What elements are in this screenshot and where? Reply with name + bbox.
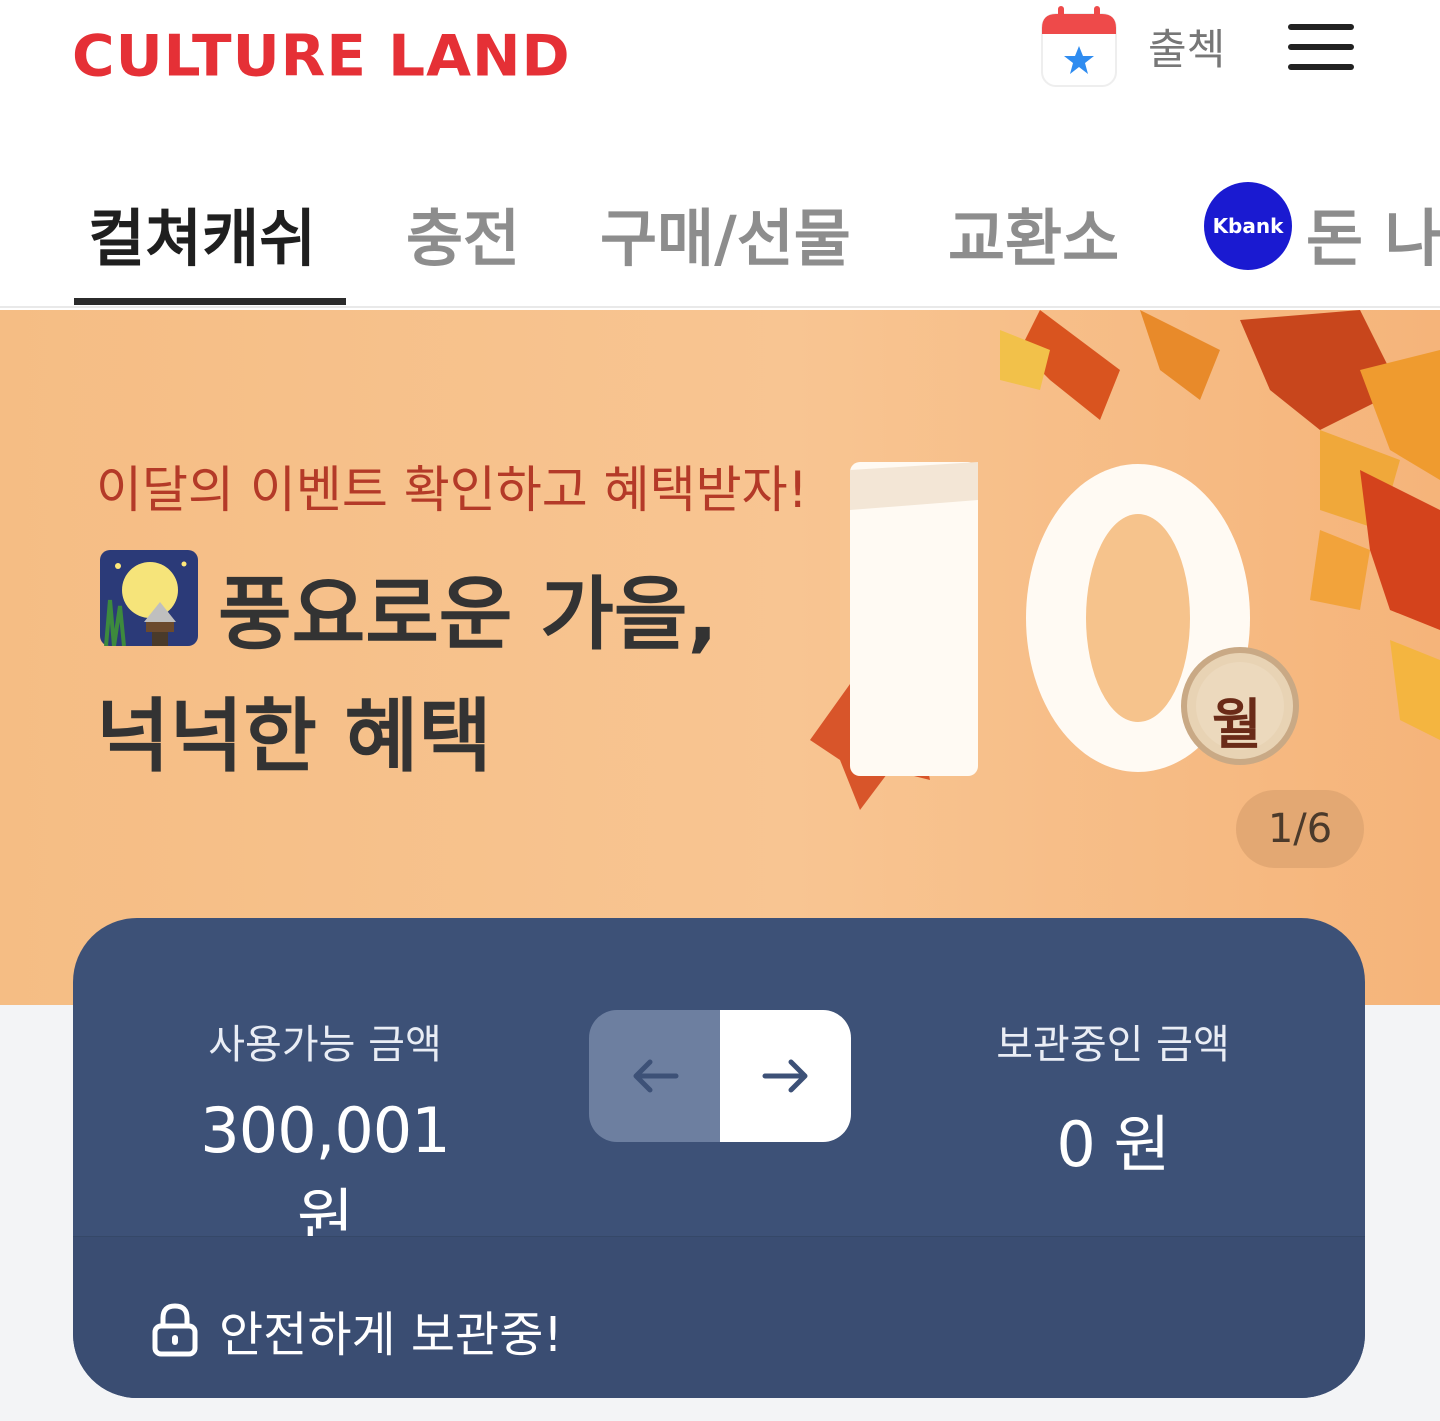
lock-icon [152, 1303, 198, 1357]
move-left-button[interactable] [589, 1010, 720, 1142]
tab-exchange[interactable]: 교환소 [948, 188, 1119, 278]
arrow-left-icon [633, 1059, 678, 1093]
main-tabs: 컬쳐캐쉬 충전 구매/선물 교환소 Kbank 돈 나 [0, 140, 1440, 308]
banner-subtitle: 이달의 이벤트 확인하고 혜택받자! [96, 461, 808, 519]
cash-wallet-card: 사용가능 금액 300,001 원 보관중인 금액 0 원 안전하게 보관중! [73, 918, 1365, 1398]
hamburger-menu-icon[interactable] [1288, 24, 1354, 70]
safe-storage-label: 안전하게 보관중! [219, 1307, 563, 1363]
banner-pager: 1/6 [1236, 790, 1364, 868]
tab-culture-cash[interactable]: 컬쳐캐쉬 [88, 188, 316, 278]
month-unit-label: 월 [1212, 693, 1262, 756]
app-header: CULTURE LAND 출첵 [0, 0, 1440, 140]
tab-charge[interactable]: 충전 [406, 188, 520, 278]
available-amount-value: 300,001 원 [200, 1094, 450, 1254]
tab-purchase-gift[interactable]: 구매/선물 [600, 188, 851, 278]
full-moon-emoji-icon [100, 550, 198, 646]
available-amount-label: 사용가능 금액 [208, 1022, 442, 1068]
arrow-right-icon [762, 1059, 807, 1093]
attendance-label[interactable]: 출첵 [1148, 16, 1225, 77]
banner-title-line1: 풍요로운 가을, [218, 568, 718, 661]
tab-kbank-money[interactable]: 돈 나 [1306, 188, 1440, 278]
move-right-button[interactable] [720, 1010, 851, 1142]
available-amount-block: 사용가능 금액 300,001 원 [165, 1012, 485, 1257]
culture-land-logo[interactable]: CULTURE LAND [72, 23, 571, 90]
active-tab-indicator [74, 298, 346, 305]
calendar-star-icon[interactable] [1040, 6, 1118, 88]
october-autumn-leaves-illustration [810, 310, 1440, 810]
stored-amount-value: 0 원 [1056, 1108, 1170, 1181]
wallet-summary: 사용가능 금액 300,001 원 보관중인 금액 0 원 [73, 918, 1365, 1254]
transfer-toggle [589, 1010, 851, 1142]
stored-amount-label: 보관중인 금액 [996, 1022, 1230, 1068]
stored-amount-block: 보관중인 금액 0 원 [953, 1012, 1273, 1184]
banner-title-line2: 넉넉한 혜택 [96, 690, 492, 783]
event-banner[interactable]: 이달의 이벤트 확인하고 혜택받자! 풍요로운 가을, 넉넉한 혜택 월 1/6 [0, 310, 1440, 1005]
wallet-safe-row[interactable]: 안전하게 보관중! [73, 1236, 1365, 1398]
kbank-logo-icon[interactable]: Kbank [1204, 182, 1292, 270]
